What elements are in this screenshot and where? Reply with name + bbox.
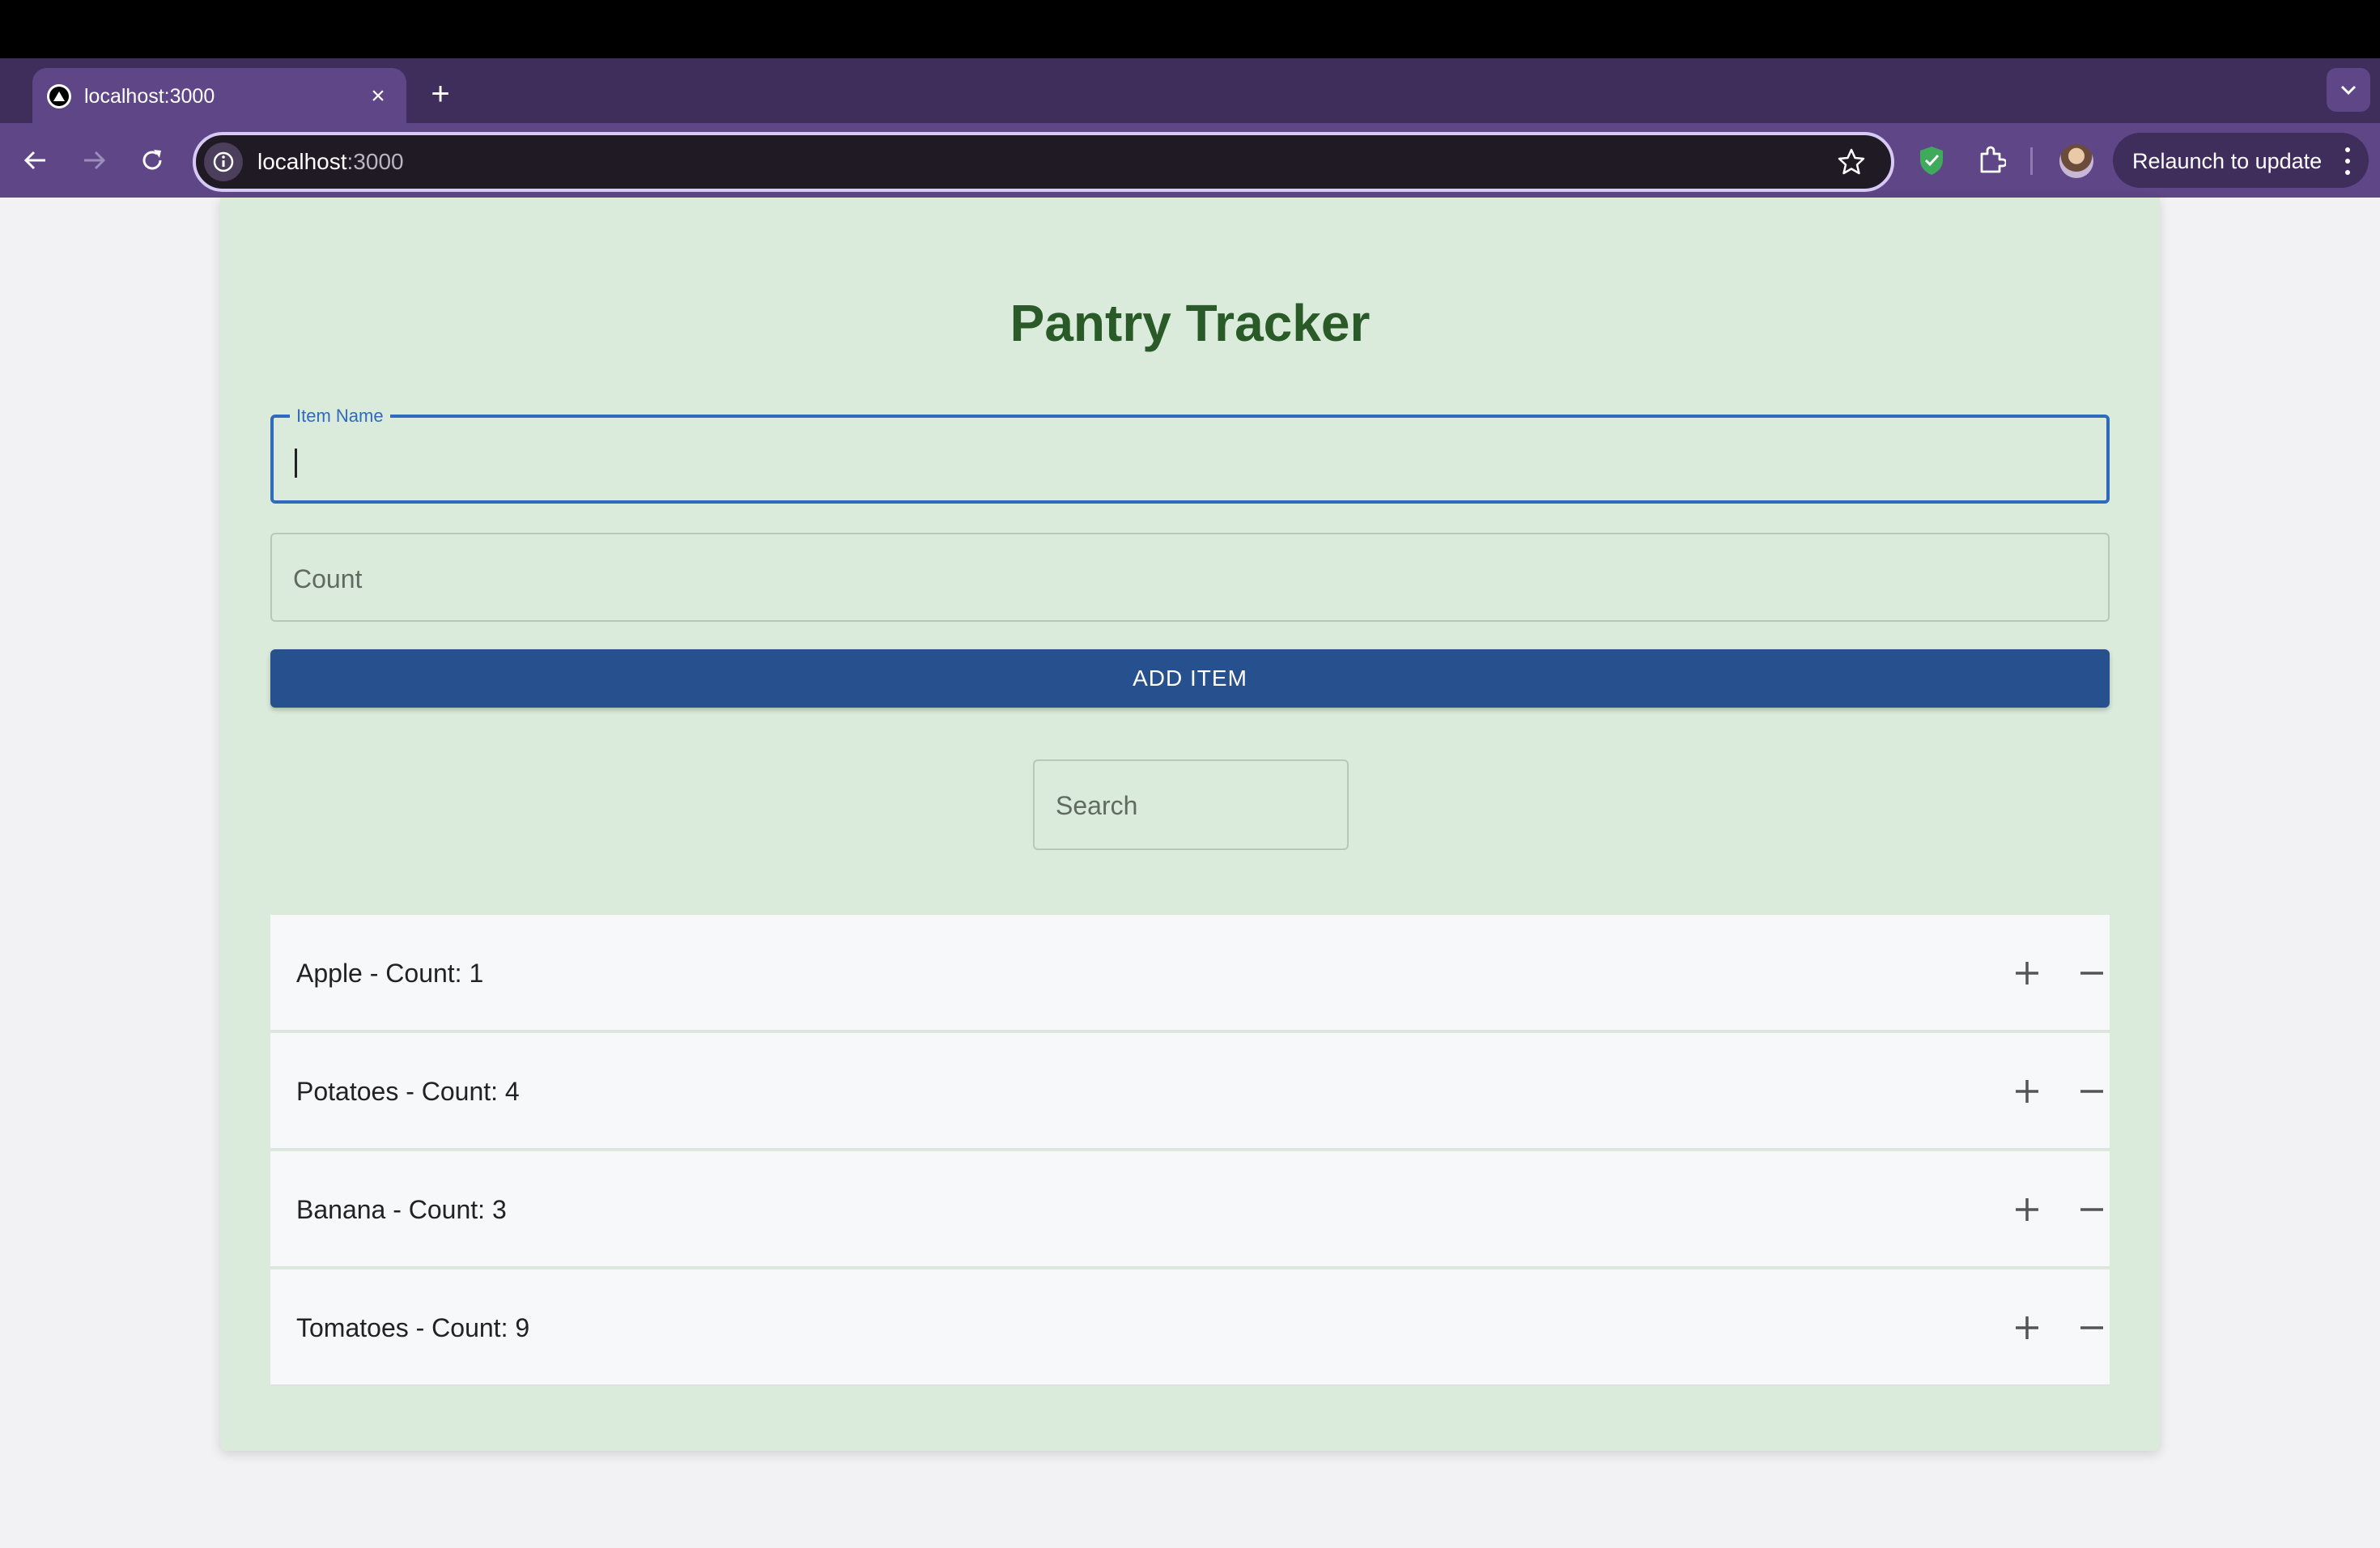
plus-icon[interactable] bbox=[2008, 1072, 2046, 1111]
os-menu-bar bbox=[0, 0, 2380, 58]
reload-icon bbox=[142, 150, 162, 170]
minus-icon[interactable] bbox=[2072, 1072, 2111, 1111]
star-icon[interactable] bbox=[1836, 147, 1867, 177]
toolbar-divider bbox=[2030, 147, 2033, 175]
count-field[interactable]: Count bbox=[270, 533, 2110, 622]
text-caret bbox=[295, 449, 297, 478]
kebab-icon bbox=[2344, 147, 2351, 175]
item-label: Banana - Count: 3 bbox=[296, 1195, 507, 1224]
add-item-button[interactable]: ADD ITEM bbox=[270, 649, 2110, 708]
forward-button[interactable] bbox=[74, 141, 113, 180]
minus-icon[interactable] bbox=[2072, 1308, 2111, 1347]
avatar[interactable] bbox=[2059, 144, 2093, 178]
page-title: Pantry Tracker bbox=[1009, 294, 1371, 352]
count-placeholder: Count bbox=[293, 564, 363, 593]
relaunch-label: Relaunch to update bbox=[2132, 149, 2323, 173]
shield-check-icon[interactable] bbox=[1912, 141, 1951, 180]
new-tab-button[interactable]: + bbox=[426, 78, 455, 110]
item-name-field[interactable]: Item Name bbox=[270, 406, 2110, 504]
tab-search-button[interactable] bbox=[2327, 68, 2370, 112]
search-input[interactable]: Search bbox=[1033, 759, 1349, 850]
puzzle-icon[interactable] bbox=[1972, 141, 2011, 180]
item-label: Tomatoes - Count: 9 bbox=[296, 1313, 530, 1342]
minus-icon[interactable] bbox=[2072, 954, 2111, 993]
back-button[interactable] bbox=[16, 141, 55, 180]
list-item: Apple - Count: 1 bbox=[270, 915, 2110, 1031]
list-item: Tomatoes - Count: 9 bbox=[270, 1269, 2110, 1386]
chevron-down-icon bbox=[2340, 85, 2357, 96]
item-label: Apple - Count: 1 bbox=[296, 959, 484, 988]
tab-localhost[interactable]: localhost:3000 × bbox=[32, 68, 406, 123]
list-item: Banana - Count: 3 bbox=[270, 1151, 2110, 1268]
arrow-right-icon bbox=[84, 151, 106, 170]
info-icon[interactable] bbox=[204, 142, 243, 181]
relaunch-button[interactable]: Relaunch to update bbox=[2113, 133, 2369, 188]
plus-icon[interactable] bbox=[2008, 1308, 2046, 1347]
tab-title: localhost:3000 bbox=[84, 85, 215, 108]
reload-button[interactable] bbox=[133, 141, 172, 180]
tab-strip: localhost:3000 × + bbox=[0, 58, 2380, 123]
address-bar[interactable]: localhost:3000 bbox=[193, 132, 1894, 192]
item-name-label: Item Name bbox=[290, 406, 390, 426]
triangle-icon bbox=[47, 84, 71, 108]
browser-toolbar: localhost:3000 Relaunch to update bbox=[0, 123, 2380, 198]
list-item: Potatoes - Count: 4 bbox=[270, 1033, 2110, 1150]
minus-icon[interactable] bbox=[2072, 1190, 2111, 1229]
item-label: Potatoes - Count: 4 bbox=[296, 1077, 520, 1106]
close-icon[interactable]: × bbox=[364, 83, 392, 110]
pantry-list: Apple - Count: 1 Potatoes - Count: 4 Ban… bbox=[270, 915, 2110, 1388]
plus-icon[interactable] bbox=[2008, 1190, 2046, 1229]
search-placeholder: Search bbox=[1056, 791, 1138, 820]
pantry-card: Pantry Tracker Item Name Count ADD ITEM … bbox=[220, 198, 2160, 1451]
url-text: localhost:3000 bbox=[257, 149, 404, 174]
arrow-left-icon bbox=[23, 151, 45, 170]
plus-icon[interactable] bbox=[2008, 954, 2046, 993]
